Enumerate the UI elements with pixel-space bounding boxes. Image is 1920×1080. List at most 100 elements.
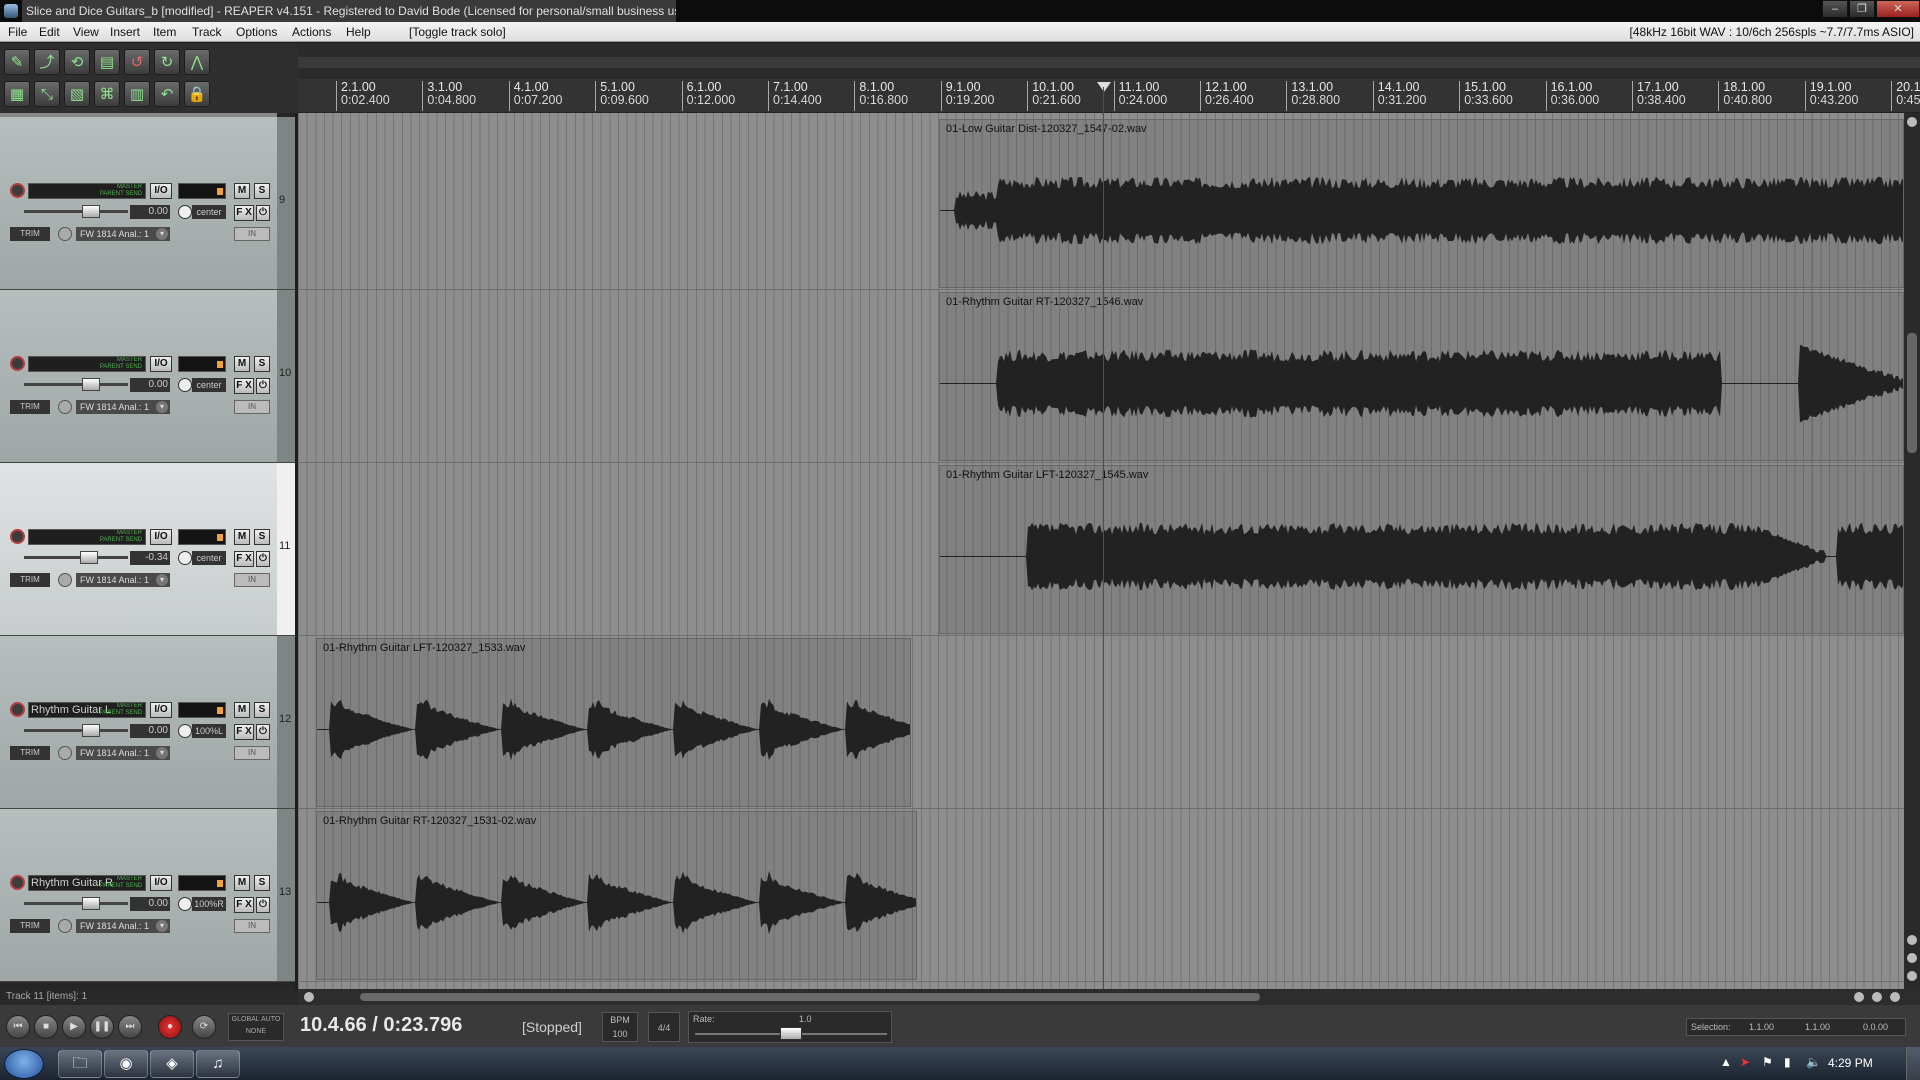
maximize-button[interactable]: ❐ [1849, 0, 1875, 18]
arrange-view[interactable]: 01-Low Guitar Dist-120327_1547-02.wav 01-… [298, 113, 1904, 989]
solo-button[interactable]: S [254, 356, 270, 372]
start-button[interactable] [4, 1049, 44, 1079]
io-button[interactable]: I/O [150, 183, 172, 199]
menu-track[interactable]: Track [192, 22, 222, 42]
playhead-marker[interactable] [1097, 82, 1111, 92]
zoom-in-vertical-icon[interactable] [1907, 935, 1917, 945]
track-number-column[interactable]: 12 [277, 636, 295, 809]
action-center-icon[interactable]: ⚑ [1762, 1055, 1773, 1069]
mute-button[interactable]: M [234, 356, 250, 372]
io-button[interactable]: I/O [150, 529, 172, 545]
record-input-select[interactable]: FW 1814 Anal.: 1 ▾ [76, 919, 170, 933]
menu-file[interactable]: File [8, 22, 27, 42]
record-monitor-icon[interactable] [58, 746, 72, 760]
solo-button[interactable]: S [254, 183, 270, 199]
solo-button[interactable]: S [254, 702, 270, 718]
track-number-column[interactable]: 13 [277, 809, 295, 982]
automation-mode-button[interactable]: TRIM [10, 746, 50, 760]
redo-icon[interactable]: ↻ [154, 49, 180, 75]
new-project-icon[interactable]: ✎ [4, 49, 30, 75]
input-monitor-button[interactable]: IN [234, 227, 270, 241]
input-monitor-button[interactable]: IN [234, 400, 270, 414]
record-monitor-icon[interactable] [58, 573, 72, 587]
network-icon[interactable]: ▮ [1784, 1055, 1791, 1069]
automation-mode-button[interactable]: TRIM [10, 400, 50, 414]
volume-fader-track[interactable] [24, 205, 128, 218]
track-number-column[interactable]: 9 [277, 117, 295, 290]
volume-icon[interactable]: 🔈 [1806, 1055, 1821, 1069]
fx-button[interactable]: F X [234, 897, 254, 913]
record-monitor-icon[interactable] [58, 400, 72, 414]
fx-button[interactable]: F X [234, 205, 254, 221]
reaper-taskbar-icon[interactable]: ♫ [196, 1050, 240, 1078]
fx-button[interactable]: F X [234, 378, 254, 394]
menu-view[interactable]: View [73, 22, 99, 42]
record-input-select[interactable]: FW 1814 Anal.: 1 ▾ [76, 573, 170, 587]
zoom-out-horizontal-icon[interactable] [1890, 992, 1900, 1002]
grid-lines-icon[interactable]: ▥ [124, 81, 150, 107]
track-name-field[interactable]: Rhythm Guitar R MASTER PARENT SEND [28, 875, 146, 891]
bpm-field[interactable]: BPM 100 [602, 1012, 638, 1042]
zoom-out-vertical-icon[interactable] [1907, 953, 1917, 963]
pause-button[interactable]: ❚❚ [90, 1015, 114, 1039]
input-monitor-button[interactable]: IN [234, 919, 270, 933]
pan-knob[interactable] [178, 897, 192, 911]
record-button[interactable]: ● [158, 1015, 182, 1039]
repeat-toggle-button[interactable]: ⟳ [192, 1015, 216, 1039]
global-automation-button[interactable]: GLOBAL AUTO NONE [228, 1013, 284, 1041]
media-item[interactable]: 01-Rhythm Guitar LFT-120327_1533.wav [316, 638, 911, 807]
solo-button[interactable]: S [254, 529, 270, 545]
menu-item[interactable]: Item [153, 22, 176, 42]
media-item[interactable]: 01-Low Guitar Dist-120327_1547-02.wav [939, 119, 1904, 288]
show-desktop-button[interactable] [1906, 1047, 1920, 1080]
menu-insert[interactable]: Insert [110, 22, 140, 42]
record-arm-button[interactable] [10, 356, 25, 371]
volume-fader-knob[interactable] [82, 724, 100, 737]
rate-slider-knob[interactable] [780, 1027, 802, 1040]
input-monitor-button[interactable]: IN [234, 573, 270, 587]
record-input-select[interactable]: FW 1814 Anal.: 1 ▾ [76, 227, 170, 241]
vertical-scroll-thumb[interactable] [1907, 333, 1917, 453]
fx-button[interactable]: F X [234, 551, 254, 567]
pan-knob[interactable] [178, 551, 192, 565]
chrome-taskbar-icon[interactable]: ◉ [104, 1050, 148, 1078]
automation-mode-button[interactable]: TRIM [10, 227, 50, 241]
solo-button[interactable]: S [254, 875, 270, 891]
fx-bypass-button[interactable]: ⏻ [256, 551, 270, 567]
track-number-column[interactable]: 11 [277, 463, 295, 636]
track-panel-12[interactable]: Rhythm Guitar L MASTER PARENT SEND I/O M S 0.0… [0, 636, 277, 809]
ripple-edit-icon[interactable]: ▧ [64, 81, 90, 107]
play-button[interactable]: ▶ [62, 1015, 86, 1039]
track-name-field[interactable]: MASTER PARENT SEND [28, 529, 146, 545]
crossfade-icon[interactable]: ↶ [154, 81, 180, 107]
automation-mode-button[interactable]: TRIM [10, 919, 50, 933]
track-panel-9[interactable]: MASTER PARENT SEND I/O M S 0.00 center F X ⏻ TRIM… [0, 117, 277, 290]
horizontal-scrollbar[interactable] [298, 989, 1920, 1005]
fx-bypass-button[interactable]: ⏻ [256, 378, 270, 394]
record-arm-button[interactable] [10, 875, 25, 890]
record-input-select[interactable]: FW 1814 Anal.: 1 ▾ [76, 400, 170, 414]
pan-knob[interactable] [178, 724, 192, 738]
snap-icon[interactable]: ⤡ [34, 81, 60, 107]
menu-edit[interactable]: Edit [39, 22, 60, 42]
lock-icon[interactable]: 🔒 [184, 81, 210, 107]
volume-fader-track[interactable] [24, 724, 128, 737]
volume-fader-knob[interactable] [82, 378, 100, 391]
automation-mode-button[interactable]: TRIM [10, 573, 50, 587]
fx-bypass-button[interactable]: ⏻ [256, 724, 270, 740]
app-taskbar-icon[interactable]: ◈ [150, 1050, 194, 1078]
open-project-icon[interactable]: ⤴ [34, 49, 60, 75]
record-arm-button[interactable] [10, 702, 25, 717]
volume-fader-track[interactable] [24, 897, 128, 910]
zoom-in-horizontal-icon[interactable] [1872, 992, 1882, 1002]
taskbar-clock[interactable]: 4:29 PM [1828, 1056, 1873, 1070]
go-to-start-button[interactable]: ⏮ [6, 1015, 30, 1039]
stop-button[interactable]: ■ [34, 1015, 58, 1039]
track-name-field[interactable]: MASTER PARENT SEND [28, 356, 146, 372]
input-monitor-button[interactable]: IN [234, 746, 270, 760]
pan-knob[interactable] [178, 378, 192, 392]
media-item[interactable]: 01-Rhythm Guitar RT-120327_1546.wav [939, 292, 1904, 461]
marker-lane[interactable] [298, 57, 1920, 68]
explorer-taskbar-icon[interactable]: 🗀 [58, 1050, 102, 1078]
scroll-right-icon[interactable] [1854, 992, 1864, 1002]
